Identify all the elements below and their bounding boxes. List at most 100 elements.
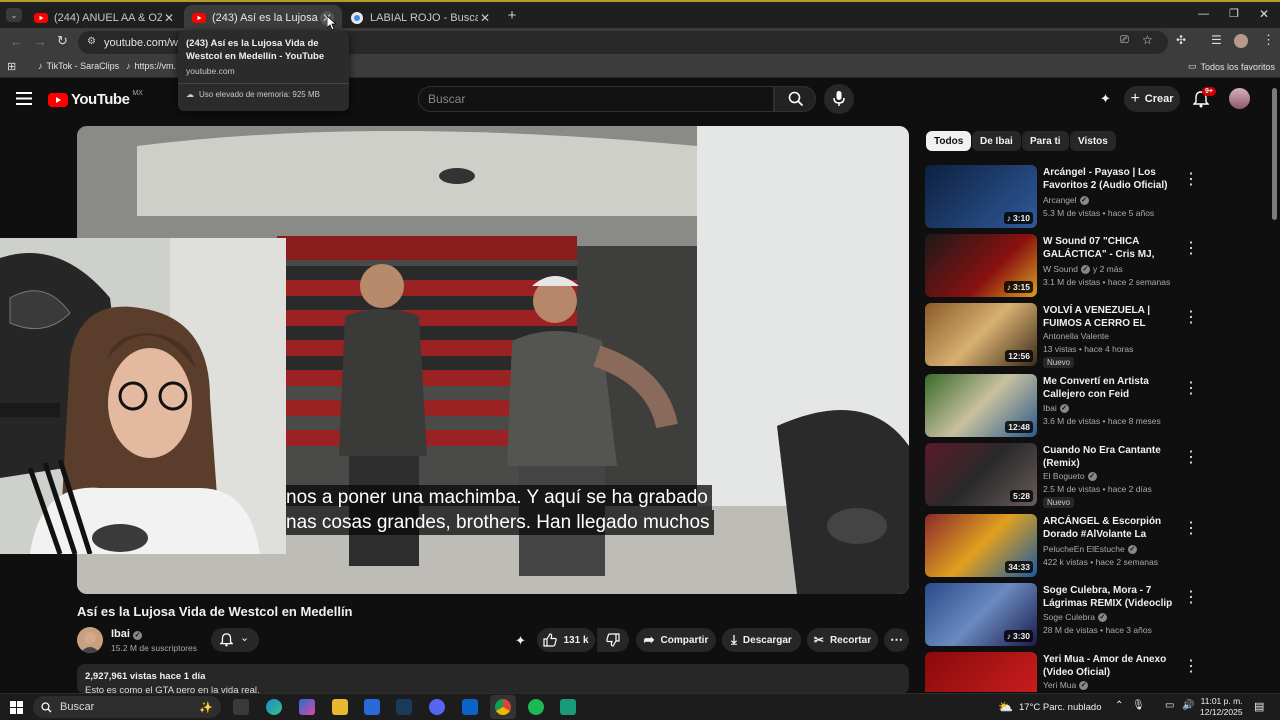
more-options-icon[interactable]: ⋮	[1183, 656, 1199, 675]
steam-icon[interactable]	[396, 699, 412, 715]
minimize-icon[interactable]: —	[1198, 8, 1209, 20]
close-tab-icon[interactable]: ✕	[478, 11, 492, 25]
recommendation-item[interactable]: ♪ 3:15 W Sound 07 "CHICA GALÁCTICA" - Cri…	[925, 234, 1265, 298]
recommendation-item[interactable]: ♪ 3:30 Soge Culebra, Mora - 7 Lágrimas RE…	[925, 583, 1265, 647]
mic-tray-icon[interactable]: 🎙	[1132, 700, 1145, 711]
app-icon[interactable]	[560, 699, 576, 715]
extensions-icon[interactable]: ✣	[1176, 33, 1186, 47]
outlook-icon[interactable]	[462, 699, 478, 715]
dislike-button[interactable]	[597, 628, 629, 652]
video-thumbnail[interactable]: 12:48	[925, 374, 1037, 437]
channel-name[interactable]: PeluchеEn ElEstuche ✓	[1043, 544, 1137, 554]
edge-icon[interactable]	[266, 699, 282, 715]
more-actions-button[interactable]: ⋯	[884, 628, 909, 652]
recommendation-item[interactable]: ♪ 3:10 Arcángel - Payaso | Los Favoritos …	[925, 165, 1265, 229]
weather-text[interactable]: 17°C Parc. nublado	[1019, 702, 1102, 713]
tab-search-icon[interactable]: ⌄	[6, 8, 22, 22]
restore-icon[interactable]: ❐	[1229, 7, 1239, 20]
share-button[interactable]: ➦ Compartir	[636, 628, 716, 652]
close-tab-icon[interactable]: ✕	[162, 11, 176, 25]
clip-button[interactable]: ✂ Recortar	[807, 628, 878, 652]
network-icon[interactable]: ▭	[1165, 700, 1174, 711]
more-options-icon[interactable]: ⋮	[1183, 447, 1199, 466]
channel-name[interactable]: Soge Culebra ✓	[1043, 612, 1107, 622]
channel-name[interactable]: Yeri Mua ✓	[1043, 680, 1089, 690]
file-explorer-icon[interactable]	[332, 699, 348, 715]
tab-anuel[interactable]: (244) ANUEL AA & OZUNA | LO ✕	[26, 5, 184, 30]
hamburger-menu-icon[interactable]	[16, 92, 32, 105]
recommendation-item[interactable]: 5:28 Cuando No Era Cantante (Remix) El B…	[925, 443, 1265, 508]
copilot-icon[interactable]	[299, 699, 315, 715]
account-avatar[interactable]	[1229, 88, 1250, 109]
install-app-icon[interactable]: ⎚	[1120, 34, 1129, 47]
more-options-icon[interactable]: ⋮	[1183, 587, 1199, 606]
task-view-icon[interactable]	[233, 699, 249, 715]
more-options-icon[interactable]: ⋮	[1183, 238, 1199, 257]
chip-de-ibai[interactable]: De Ibai	[972, 131, 1021, 151]
discord-icon[interactable]	[429, 699, 445, 715]
store-icon[interactable]	[364, 699, 380, 715]
more-options-icon[interactable]: ⋮	[1183, 307, 1199, 326]
video-thumbnail[interactable]	[925, 652, 1037, 692]
bookmark-star-icon[interactable]: ☆	[1142, 33, 1153, 47]
description-box[interactable]: 2,927,961 vistas hace 1 día Esto es como…	[77, 664, 909, 696]
more-options-icon[interactable]: ⋮	[1183, 169, 1199, 188]
channel-avatar[interactable]	[77, 627, 103, 653]
site-info-icon[interactable]: ⚙	[87, 36, 96, 47]
profile-avatar-icon[interactable]	[1234, 34, 1248, 48]
youtube-logo[interactable]: YouTube MX	[48, 90, 143, 108]
cast-gem-icon[interactable]: ✦	[1100, 91, 1111, 107]
channel-name[interactable]: Arcangel ✓	[1043, 195, 1089, 205]
chip-para-ti[interactable]: Para ti	[1022, 131, 1069, 151]
spotify-icon[interactable]	[528, 699, 544, 715]
notification-center-icon[interactable]: ▤	[1254, 700, 1264, 713]
voice-search-button[interactable]	[824, 84, 854, 114]
channel-name[interactable]: Antonella Valente	[1043, 331, 1109, 341]
reload-icon[interactable]: ↻	[57, 33, 68, 49]
video-thumbnail[interactable]: 5:28	[925, 443, 1037, 506]
gem-icon[interactable]: ✦	[515, 633, 526, 649]
like-button[interactable]: 131 k	[537, 628, 595, 652]
search-button[interactable]	[774, 86, 816, 112]
chip-todos[interactable]: Todos	[926, 131, 972, 151]
more-options-icon[interactable]: ⋮	[1183, 518, 1199, 537]
download-button[interactable]: ⤓ Descargar	[722, 628, 801, 652]
search-input[interactable]: Buscar	[418, 86, 774, 112]
recommendation-item[interactable]: Yeri Mua - Amor de Anexo (Video Oficial)…	[925, 652, 1265, 692]
media-controls-icon[interactable]: ☰	[1211, 33, 1222, 47]
channel-name[interactable]: W Sound ✓ y 2 más	[1043, 264, 1123, 274]
video-thumbnail[interactable]: 34:33	[925, 514, 1037, 577]
windows-start-icon[interactable]	[10, 701, 23, 714]
subscription-bell-button[interactable]: ⌄	[211, 628, 259, 652]
tab-labial[interactable]: LABIAL ROJO - Buscar con Goo ✕	[342, 5, 500, 30]
bookmark-tiktok[interactable]: ♪ TikTok - SaraClips	[38, 61, 119, 71]
taskbar-search[interactable]: Buscar ✨	[33, 696, 221, 718]
video-thumbnail[interactable]: ♪ 3:30	[925, 583, 1037, 646]
channel-name[interactable]: Ibai ✓	[111, 628, 143, 640]
recommendation-item[interactable]: 34:33 ARCÁNGEL & Escorpión Dorado #AlVol…	[925, 514, 1265, 578]
new-tab-icon[interactable]: +	[504, 6, 520, 24]
forward-icon[interactable]: →	[34, 34, 47, 49]
notifications-button[interactable]: 9+	[1193, 87, 1216, 108]
more-options-icon[interactable]: ⋮	[1183, 378, 1199, 397]
video-thumbnail[interactable]: ♪ 3:10	[925, 165, 1037, 228]
chrome-taskbar-item[interactable]	[490, 695, 516, 719]
tab-westcol[interactable]: (243) Así es la Lujosa Vida de W ✕	[184, 5, 342, 30]
recommendation-item[interactable]: 12:56 VOLVÍ A VENEZUELA | FUIMOS A CERRO…	[925, 303, 1265, 368]
close-window-icon[interactable]: ✕	[1259, 7, 1269, 21]
menu-dots-icon[interactable]: ⋮	[1262, 32, 1275, 48]
page-scrollbar[interactable]	[1272, 88, 1277, 220]
apps-grid-icon[interactable]: ⊞	[7, 60, 16, 73]
create-button[interactable]: + Crear	[1124, 86, 1180, 112]
chip-vistos[interactable]: Vistos	[1070, 131, 1116, 151]
all-bookmarks[interactable]: ▭ Todos los favoritos	[1188, 61, 1275, 72]
volume-icon[interactable]: 🔊	[1182, 700, 1194, 711]
channel-name[interactable]: El Bogueto ✓	[1043, 471, 1097, 481]
recommendation-item[interactable]: 12:48 Me Convertí en Artista Callejero c…	[925, 374, 1265, 438]
tray-chevron-icon[interactable]: ⌃	[1115, 700, 1123, 711]
back-icon[interactable]: ←	[10, 34, 23, 49]
bookmark-vm[interactable]: ♪ https://vm.	[126, 61, 176, 71]
video-thumbnail[interactable]: 12:56	[925, 303, 1037, 366]
video-thumbnail[interactable]: ♪ 3:15	[925, 234, 1037, 297]
channel-name[interactable]: Ibai ✓	[1043, 403, 1069, 413]
